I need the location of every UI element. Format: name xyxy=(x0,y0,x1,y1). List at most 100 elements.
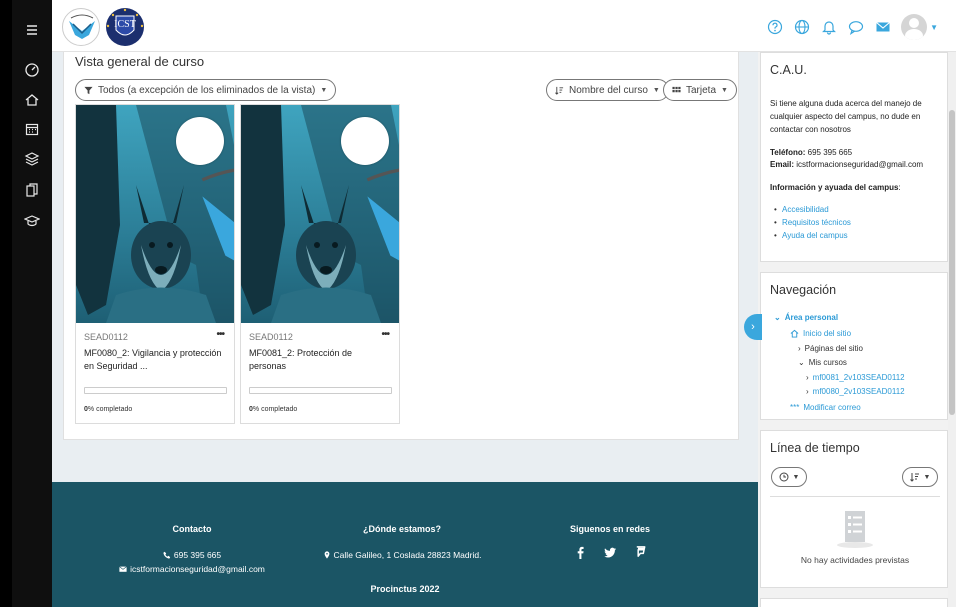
calendar-icon[interactable] xyxy=(12,116,52,142)
sort-icon xyxy=(909,473,919,482)
envelope-icon xyxy=(119,566,127,572)
next-block xyxy=(760,598,948,607)
globe-icon[interactable] xyxy=(793,18,811,36)
nav-area-personal[interactable]: ⌄ Área personal xyxy=(774,313,838,322)
cau-block: C.A.U. Si tiene alguna duda acerca del m… xyxy=(760,52,948,262)
page-title: Vista general de curso xyxy=(75,54,205,69)
filter-icon xyxy=(84,86,93,94)
course-card[interactable]: SEAD0112 ••• MF0081_2: Protección de per… xyxy=(240,104,400,424)
chevron-down-icon: ▼ xyxy=(792,473,800,481)
facebook-icon[interactable] xyxy=(573,545,587,559)
menu-icon[interactable] xyxy=(12,17,52,43)
progress-text: 0% completado xyxy=(84,406,132,413)
progress-text: 0% completado xyxy=(249,406,297,413)
course-image[interactable] xyxy=(241,105,399,323)
left-edge-strip xyxy=(0,0,12,607)
course-code: SEAD0112 xyxy=(84,332,128,342)
procinctus-badge xyxy=(176,117,234,261)
timeline-filter-dropdown[interactable]: ▼ xyxy=(771,467,807,487)
cau-title: C.A.U. xyxy=(770,63,807,77)
course-overview-block: Vista general de curso Todos (a excepció… xyxy=(63,52,739,440)
filter-label: Todos (a excepción de los eliminados de … xyxy=(98,84,316,96)
chevron-down-icon: ⌄ xyxy=(774,313,781,322)
chat-icon[interactable] xyxy=(847,18,865,36)
phone-icon xyxy=(163,551,171,559)
timeline-title: Línea de tiempo xyxy=(770,441,860,455)
stack-icon[interactable] xyxy=(12,146,52,172)
home-icon xyxy=(790,329,799,338)
nav-course-item[interactable]: › mf0081_2v103SEAD0112 xyxy=(806,373,905,382)
course-options-button[interactable]: ••• xyxy=(216,329,224,340)
files-icon[interactable] xyxy=(12,177,52,203)
footer-email[interactable]: icstformacionseguridad@gmail.com xyxy=(92,564,292,574)
chevron-down-icon[interactable]: ▼ xyxy=(930,23,938,32)
asterisks-icon: *** xyxy=(790,403,800,412)
campus-help-link[interactable]: Ayuda del campus xyxy=(774,231,851,240)
chevron-down-icon: ▼ xyxy=(652,86,660,94)
procinctus-badge xyxy=(341,117,399,261)
chevron-down-icon: ▼ xyxy=(923,473,931,481)
chevron-down-icon: ▼ xyxy=(320,86,328,94)
graduation-icon[interactable] xyxy=(12,208,52,234)
scrollbar[interactable] xyxy=(948,52,956,607)
footer-social-heading: Siguenos en redes xyxy=(569,524,651,534)
nav-site-home[interactable]: Inicio del sitio xyxy=(790,329,851,338)
technical-requirements-link[interactable]: Requisitos técnicos xyxy=(774,218,851,227)
procinctus-logo[interactable] xyxy=(62,8,100,46)
chevron-right-icon: › xyxy=(806,387,809,396)
progress-bar xyxy=(84,387,227,394)
accessibility-link[interactable]: Accesibilidad xyxy=(774,205,851,214)
help-icon[interactable] xyxy=(766,18,784,36)
bell-icon[interactable] xyxy=(820,18,838,36)
navigation-title: Navegación xyxy=(770,283,837,297)
progress-suffix: % completado xyxy=(252,406,298,413)
course-options-button[interactable]: ••• xyxy=(381,329,389,340)
user-menu-icons: ▼ xyxy=(766,14,938,40)
footer-phone: 695 395 665 xyxy=(92,550,292,560)
cau-intro: Si tiene alguna duda acerca del manejo d… xyxy=(770,99,922,134)
drawer-toggle-button[interactable]: › xyxy=(744,314,762,340)
grid-icon xyxy=(672,86,681,92)
sort-label: Nombre del curso xyxy=(569,84,648,96)
twitter-icon[interactable] xyxy=(603,545,617,559)
course-name-link[interactable]: MF0081_2: Protección de personas xyxy=(249,347,389,373)
view-dropdown[interactable]: Tarjeta ▼ xyxy=(663,79,737,101)
sort-icon xyxy=(555,86,564,95)
mail-icon[interactable] xyxy=(874,18,892,36)
dashboard-icon[interactable] xyxy=(12,57,52,83)
nav-site-pages[interactable]: › Páginas del sitio xyxy=(798,344,863,353)
icst-logo[interactable]: ICST xyxy=(104,6,146,48)
progress-bar xyxy=(249,387,392,394)
nav-course-item[interactable]: › mf0080_2v103SEAD0112 xyxy=(806,387,905,396)
view-label: Tarjeta xyxy=(686,84,717,96)
user-avatar[interactable] xyxy=(901,14,928,40)
foursquare-icon[interactable] xyxy=(633,545,647,559)
footer-contact: Contacto 695 395 665 icstformacionseguri… xyxy=(92,524,292,574)
filter-dropdown[interactable]: Todos (a excepción de los eliminados de … xyxy=(75,79,337,101)
cau-links: Accesibilidad Requisitos técnicos Ayuda … xyxy=(774,205,851,244)
site-footer: Contacto 695 395 665 icstformacionseguri… xyxy=(52,482,758,607)
footer-location-heading: ¿Dónde estamos? xyxy=(362,524,441,534)
course-image[interactable] xyxy=(76,105,234,323)
svg-text:ICST: ICST xyxy=(114,19,136,30)
chevron-right-icon: › xyxy=(806,373,809,382)
scrollbar-thumb[interactable] xyxy=(949,110,955,415)
blocks-drawer: C.A.U. Si tiene alguna duda acerca del m… xyxy=(758,52,956,607)
course-name-link[interactable]: MF0080_2: Vigilancia y protección en Seg… xyxy=(84,347,224,373)
course-code: SEAD0112 xyxy=(249,332,293,342)
chevron-right-icon: › xyxy=(798,344,801,353)
sort-dropdown[interactable]: Nombre del curso ▼ xyxy=(546,79,669,101)
chevron-right-icon: › xyxy=(751,321,755,333)
cau-info-heading: Información y ayuada del campus: xyxy=(770,183,901,192)
course-card[interactable]: SEAD0112 ••• MF0080_2: Vigilancia y prot… xyxy=(75,104,235,424)
timeline-sort-dropdown[interactable]: ▼ xyxy=(902,467,938,487)
clock-icon xyxy=(779,472,789,482)
home-icon[interactable] xyxy=(12,87,52,113)
progress-suffix: % completado xyxy=(87,406,133,413)
nav-edit-mail[interactable]: *** Modificar correo xyxy=(790,403,861,412)
icon-rail xyxy=(12,0,52,607)
nav-my-courses[interactable]: ⌄ Mis cursos xyxy=(798,358,847,367)
map-marker-icon xyxy=(324,551,329,559)
timeline-empty-message: No hay actividades previstas xyxy=(800,555,910,565)
footer-contact-heading: Contacto xyxy=(172,524,212,534)
